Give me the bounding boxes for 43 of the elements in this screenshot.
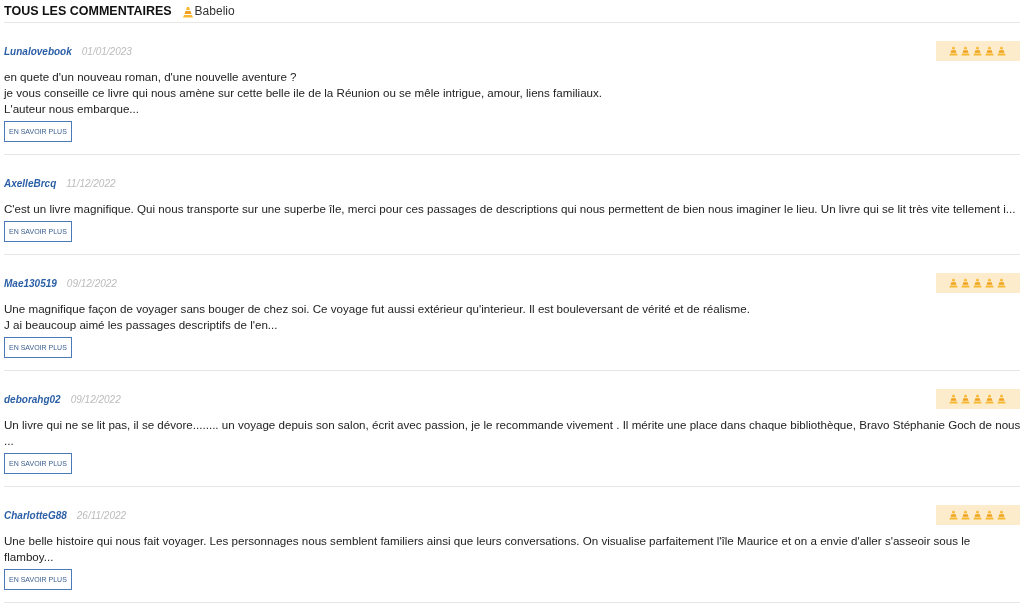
star-icon (948, 278, 959, 288)
review-text: je vous conseille ce livre qui nous amène sur cette belle ile de la Réunion ou se mêle intrigue, amour, liens familiaux. (4, 85, 604, 101)
review-text: L'auteur nous embarque... (4, 101, 140, 117)
review-text: en quete d'un nouveau roman, d'une nouvelle aventure ? (4, 69, 298, 85)
star-icon (996, 394, 1007, 404)
review-text: ... (4, 433, 15, 449)
star-icon (948, 510, 959, 520)
star-icon (972, 278, 983, 288)
star-icon (984, 394, 995, 404)
star-icon (948, 394, 959, 404)
star-icon (948, 46, 959, 56)
review-text: C'est un livre magnifique. Qui nous transporte sur une superbe île, merci pour ces passages de descriptions qui nous permettent de bien nous imaginer le lieu. Un livre qui se lit très vite tellement i... (4, 201, 1017, 217)
star-icon (996, 46, 1007, 56)
author-link[interactable]: Mae130519 (4, 277, 57, 289)
review-date: 11/12/2022 (66, 177, 116, 189)
author-link[interactable]: deborahg02 (4, 393, 61, 405)
star-icon (972, 46, 983, 56)
review-text: Une belle histoire qui nous fait voyager. Les personnages nous semblent familiers ainsi que leurs conversations. On visualise parfaitement l'île Maurice et on a envie d'aller s'asseoir sous le (4, 533, 972, 549)
star-icon (996, 278, 1007, 288)
star-icon (996, 510, 1007, 520)
star-icon (960, 394, 971, 404)
star-icon (960, 46, 971, 56)
star-icon (960, 510, 971, 520)
author-link[interactable]: Lunalovebook (4, 45, 72, 57)
review-date: 09/12/2022 (66, 277, 117, 289)
review-date: 01/01/2023 (81, 45, 132, 57)
star-icon (984, 46, 995, 56)
author-link[interactable]: AxelleBrcq (4, 177, 57, 189)
cone-logo-icon (181, 6, 194, 18)
review-text: flamboy... (4, 549, 55, 565)
star-icon (972, 510, 983, 520)
star-icon (984, 510, 995, 520)
review-text: Un livre qui ne se lit pas, il se dévore........ un voyage depuis son salon, écrit avec passion, je le recommande vivement . Il mérite une place dans chaque bibliothèque, Bravo Stéphanie Goch de nous (4, 417, 1020, 433)
review-date: 09/12/2022 (70, 393, 121, 405)
star-icon (972, 394, 983, 404)
star-icon (960, 278, 971, 288)
source-name: Babelio (194, 4, 235, 18)
section-title: TOUS LES COMMENTAIRES (4, 4, 172, 18)
star-icon (984, 278, 995, 288)
review-text: Une magnifique façon de voyager sans bouger de chez soi. Ce voyage fut aussi extérieur qu'interieur. Il est bouleversant de vérité et de réalisme. (4, 301, 751, 317)
review-date: 26/11/2022 (76, 509, 127, 521)
author-link[interactable]: CharlotteG88 (4, 509, 67, 521)
review-text: J ai beaucoup aimé les passages descriptifs de l'en... (4, 317, 279, 333)
